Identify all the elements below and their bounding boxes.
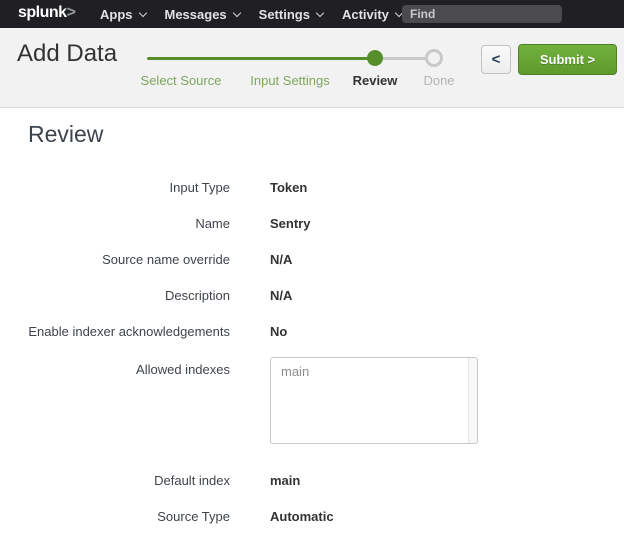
field-row: Source Type Automatic: [0, 498, 624, 534]
field-value: No: [270, 324, 287, 339]
field-value: N/A: [270, 288, 292, 303]
step-label-select-source: Select Source: [141, 73, 222, 88]
topbar-menu-label: Settings: [259, 7, 310, 22]
back-button[interactable]: <: [481, 45, 511, 74]
topbar-menu-messages[interactable]: Messages: [165, 7, 240, 22]
topbar-menu-apps[interactable]: Apps: [100, 7, 146, 22]
field-row: Default index main: [0, 462, 624, 498]
chevron-down-icon: [316, 8, 324, 16]
done-step-circle: [425, 49, 443, 67]
field-row: Source name override N/A: [0, 241, 624, 277]
review-fields: Input Type Token Name Sentry Source name ove…: [0, 169, 624, 534]
field-row: Allowed indexes main: [0, 357, 624, 444]
chevron-down-icon: [138, 8, 146, 16]
topbar-menu-settings[interactable]: Settings: [259, 7, 323, 22]
field-value: Token: [270, 180, 307, 195]
add-data-page: splunk> Apps Messages Settings Activity …: [0, 0, 624, 558]
allowed-indexes-listbox[interactable]: main: [270, 357, 478, 444]
field-label: Enable indexer acknowledgements: [0, 324, 230, 339]
current-step-dot: [367, 50, 383, 66]
review-panel: Review Input Type Token Name Sentry Source n…: [0, 108, 624, 558]
splunk-logo-chevron-icon: >: [67, 4, 76, 21]
field-label: Name: [0, 216, 230, 231]
progress-line-complete: [147, 57, 369, 60]
scrollbar-track[interactable]: [468, 358, 477, 443]
progress-line-upcoming: [383, 57, 427, 60]
field-value: Automatic: [270, 509, 334, 524]
field-label: Source Type: [0, 509, 230, 524]
field-value: main: [270, 473, 300, 488]
chevron-down-icon: [232, 8, 240, 16]
field-value: N/A: [270, 252, 292, 267]
field-row: Name Sentry: [0, 205, 624, 241]
field-label: Default index: [0, 473, 230, 488]
topbar-menu-label: Apps: [100, 7, 133, 22]
field-row: Input Type Token: [0, 169, 624, 205]
splunk-logo[interactable]: splunk>: [18, 4, 75, 22]
step-label-review: Review: [353, 73, 398, 88]
step-label-done: Done: [423, 73, 454, 88]
step-label-input-settings: Input Settings: [250, 73, 330, 88]
find-search-input[interactable]: [402, 5, 562, 23]
top-navigation-bar: splunk> Apps Messages Settings Activity: [0, 0, 624, 28]
field-label: Description: [0, 288, 230, 303]
field-row: Description N/A: [0, 277, 624, 313]
submit-button[interactable]: Submit >: [518, 44, 617, 75]
field-label: Input Type: [0, 180, 230, 195]
add-data-header: Add Data Select Source Input Settings Revi…: [0, 28, 624, 108]
field-row: Enable indexer acknowledgements No: [0, 313, 624, 349]
review-heading: Review: [28, 121, 103, 148]
field-label: Source name override: [0, 252, 230, 267]
splunk-logo-text: splunk: [18, 4, 67, 21]
topbar-menu-label: Messages: [165, 7, 227, 22]
topbar-menu-label: Activity: [342, 7, 389, 22]
field-label: Allowed indexes: [0, 357, 230, 377]
topbar-nav: Apps Messages Settings Activity: [100, 0, 402, 28]
field-value: Sentry: [270, 216, 310, 231]
topbar-menu-activity[interactable]: Activity: [342, 7, 402, 22]
listbox-item: main: [271, 358, 477, 385]
page-title: Add Data: [17, 40, 117, 68]
